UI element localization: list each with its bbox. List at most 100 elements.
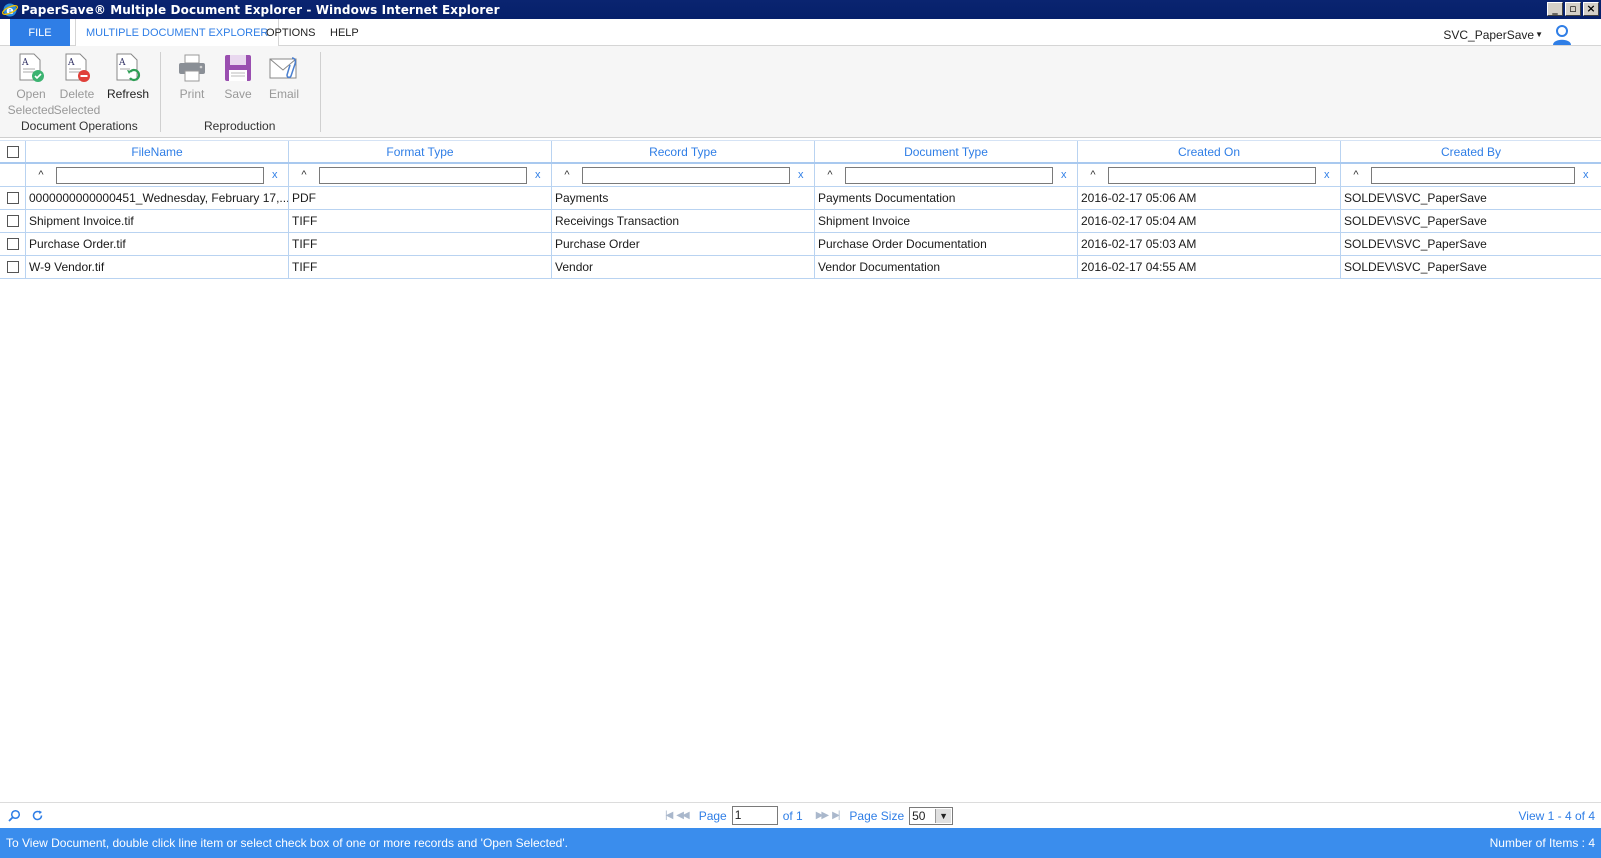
column-header-filename[interactable]: FileName [26,141,289,162]
filter-clear-button[interactable]: x [272,169,278,181]
filter-input-record-type[interactable] [582,166,790,184]
page-size-select[interactable]: 50 ▼ [909,806,954,825]
file-menu-tab[interactable]: FILE [10,19,70,46]
restore-button[interactable]: ▫ [1565,2,1581,16]
filter-sort-caret[interactable]: ^ [1078,169,1108,181]
filter-cell: ^ x [552,164,815,186]
documents-grid: FileName Format Type Record Type Documen… [0,140,1601,279]
delete-button-label: Delete [59,87,95,101]
filter-clear-button[interactable]: x [535,169,541,181]
ribbon-divider [320,52,321,132]
filter-input-document-type[interactable] [845,166,1053,184]
close-button[interactable]: × [1583,2,1599,16]
cell-created-by: SOLDEV\SVC_PaperSave [1344,237,1487,251]
first-page-icon[interactable]: |◀ [665,810,673,821]
cell-record-type: Vendor [552,256,815,278]
column-header-record-type[interactable]: Record Type [552,141,815,162]
filter-clear-button[interactable]: x [1583,169,1589,181]
delete-selected-button[interactable]: A Delete Selected [54,52,100,118]
filter-cell: ^ x [815,164,1078,186]
filter-cell: ^ x [289,164,552,186]
cell-format-type: PDF [289,187,552,209]
filter-sort-caret[interactable]: ^ [26,169,56,181]
page-label: Page [698,808,727,823]
filter-sort-caret[interactable]: ^ [815,169,845,181]
table-row[interactable]: Purchase Order.tif TIFF Purchase Order P… [0,233,1601,256]
tab-multiple-document-explorer[interactable]: MULTIPLE DOCUMENT EXPLORER [75,19,280,47]
window-controls: _ ▫ × [1547,2,1599,16]
cell-format-type: TIFF [289,210,552,232]
previous-page-icon[interactable]: ◀◀ [676,810,689,821]
cell-record-type: Payments [552,187,815,209]
document-operations-group-label: Document Operations [21,119,138,133]
page-number-input[interactable]: 1 [731,806,778,825]
table-row[interactable]: 0000000000000451_Wednesday, February 17,… [0,187,1601,210]
page-size-value: 50 [912,808,926,823]
floppy-disk-icon [225,55,251,81]
column-header-document-type[interactable]: Document Type [815,141,1078,162]
column-header-created-by[interactable]: Created By [1341,141,1601,162]
ribbon-toolbar: A Open Selected A Delete Selected A Refr… [0,46,1601,138]
cell-created-by: SOLDEV\SVC_PaperSave [1344,191,1487,205]
next-page-icon[interactable]: ▶▶ [816,810,829,821]
refresh-button-label: Refresh [106,87,150,101]
filter-clear-button[interactable]: x [798,169,804,181]
refresh-document-icon: A [116,53,141,82]
cell-created-on: 2016-02-17 04:55 AM [1078,256,1341,278]
window-title-bar: e PaperSave® Multiple Document Explorer … [0,0,1601,19]
grid-filter-row: ^ x ^ x ^ x ^ x ^ x ^ x [0,164,1601,187]
open-document-icon: A [19,53,44,82]
cell-filename: 0000000000000451_Wednesday, February 17,… [26,187,289,209]
print-button[interactable]: Print [172,52,212,102]
row-checkbox[interactable] [6,238,19,250]
filter-input-created-on[interactable] [1108,166,1316,184]
pager-controls: |◀ ◀◀ Page 1 of 1 ▶▶ ▶| Page Size 50 ▼ [665,806,954,825]
search-icon[interactable] [8,809,21,822]
cell-filename: Shipment Invoice.tif [26,210,289,232]
row-checkbox[interactable] [6,192,19,204]
cell-format-type: TIFF [289,233,552,255]
row-checkbox[interactable] [6,261,19,273]
page-size-label: Page Size [849,808,905,823]
filter-clear-button[interactable]: x [1061,169,1067,181]
email-button-label: Email [268,87,299,101]
cell-created-on: 2016-02-17 05:04 AM [1078,210,1341,232]
select-all-checkbox[interactable] [6,145,19,158]
cell-created-by: SOLDEV\SVC_PaperSave [1344,260,1487,274]
filter-sort-caret[interactable]: ^ [1341,169,1371,181]
cell-record-type: Purchase Order [552,233,815,255]
tab-help[interactable]: HELP [330,19,359,46]
svg-text:A: A [21,58,29,68]
cell-filename: Purchase Order.tif [26,233,289,255]
tab-options[interactable]: OPTIONS [266,19,316,46]
open-selected-button[interactable]: A Open Selected [8,52,54,118]
status-bar: To View Document, double click line item… [0,828,1601,858]
row-checkbox[interactable] [6,215,19,227]
table-row[interactable]: W-9 Vendor.tif TIFF Vendor Vendor Docume… [0,256,1601,279]
minimize-button[interactable]: _ [1547,2,1563,16]
cell-format-type: TIFF [289,256,552,278]
filter-input-created-by[interactable] [1371,166,1575,184]
last-page-icon[interactable]: ▶| [832,810,840,821]
filter-sort-caret[interactable]: ^ [552,169,582,181]
save-button[interactable]: Save [218,52,258,102]
filter-input-format-type[interactable] [319,166,527,184]
email-button[interactable]: Email [262,52,306,102]
filter-clear-button[interactable]: x [1324,169,1330,181]
reproduction-group-label: Reproduction [204,119,276,133]
refresh-icon[interactable] [31,809,44,822]
refresh-button[interactable]: A Refresh [104,52,152,102]
item-count: Number of Items : 4 [1489,836,1595,850]
delete-document-icon: A [65,53,90,82]
open-button-label: Open [16,87,46,101]
save-button-label: Save [224,87,252,101]
svg-text:A: A [67,58,75,68]
table-row[interactable]: Shipment Invoice.tif TIFF Receivings Tra… [0,210,1601,233]
cell-document-type: Vendor Documentation [815,256,1078,278]
user-avatar-icon [1553,25,1571,45]
column-header-created-on[interactable]: Created On [1078,141,1341,162]
filter-sort-caret[interactable]: ^ [289,169,319,181]
filter-input-filename[interactable] [56,166,264,184]
row-select-cell [0,256,26,278]
column-header-format-type[interactable]: Format Type [289,141,552,162]
